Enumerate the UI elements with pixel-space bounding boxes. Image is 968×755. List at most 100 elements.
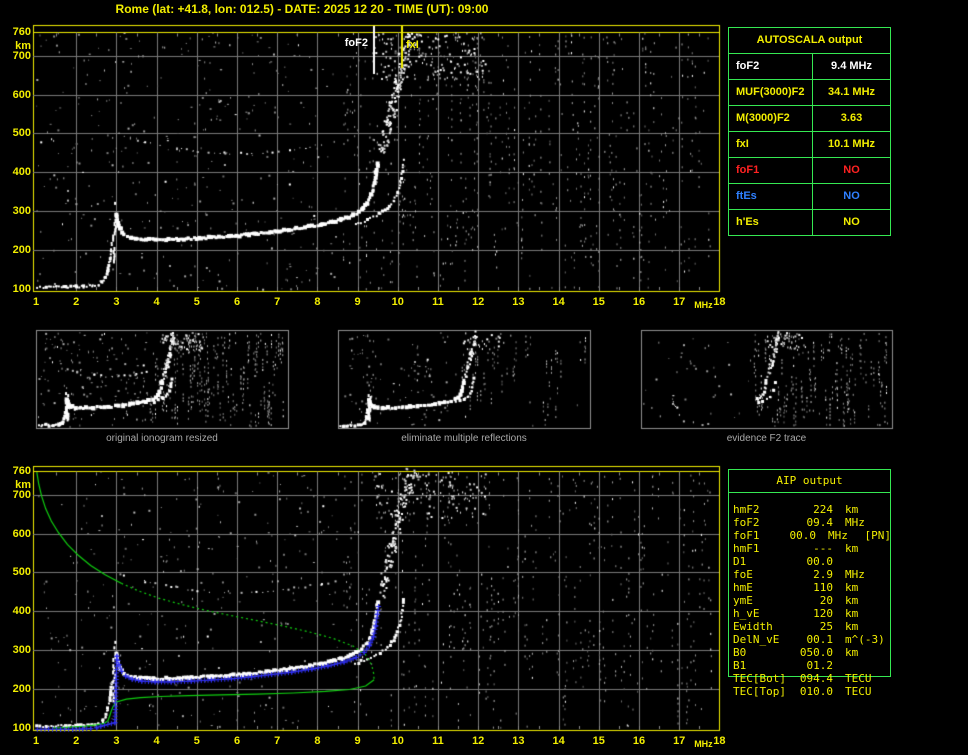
y-tick-label: 200: [12, 683, 31, 696]
x-tick-label: 4: [153, 735, 160, 747]
x-tick-label: 5: [193, 735, 200, 747]
aip-row-name: foF2: [733, 516, 760, 529]
aip-row-value: 050.0: [799, 646, 833, 659]
x-tick-label: 10: [391, 735, 404, 747]
aip-row-name: TEC[Bot]: [733, 672, 786, 685]
x-tick-label: 15: [592, 296, 605, 308]
autoscala-row: fxI 10.1 MHz: [729, 132, 890, 158]
aip-row: hmE 110 km: [733, 581, 891, 594]
autoscala-app-window: Rome (lat: +41.8, lon: 012.5) - DATE: 20…: [0, 0, 968, 755]
aip-row-unit: MHz: [845, 516, 865, 529]
y-tick-label: 500: [12, 566, 31, 579]
x-tick-label: 7: [274, 735, 281, 747]
aip-row: hmF1 --- km: [733, 542, 891, 555]
autoscala-row-label: MUF(3000)F2: [729, 80, 813, 105]
autoscala-row: M(3000)F2 3.63: [729, 106, 890, 132]
y-axis-unit-label: km: [15, 40, 31, 53]
autoscala-row-label: foF1: [729, 158, 813, 183]
x-tick-label: 11: [432, 735, 444, 747]
y-tick-label: 200: [12, 244, 31, 257]
autoscala-row-value: 9.4 MHz: [831, 60, 872, 72]
y-axis-unit-label: km: [15, 479, 31, 492]
x-tick-label: 3: [113, 735, 120, 747]
x-tick-label: 17: [673, 296, 686, 308]
aip-row-name: TEC[Top]: [733, 685, 786, 698]
x-tick-label: 6: [233, 296, 241, 308]
x-tick-label: 14: [552, 296, 565, 308]
autoscala-row-value: NO: [843, 190, 860, 202]
x-tick-label: 10: [391, 296, 404, 308]
autoscala-output-table: AUTOSCALA output foF2 9.4 MHz MUF(3000)F2 3…: [728, 27, 891, 236]
aip-row: ymE 20 km: [733, 594, 891, 607]
autoscala-row-label: M(3000)F2: [729, 106, 813, 131]
x-tick-label: 2: [73, 296, 80, 308]
aip-row-unit: km: [845, 607, 859, 620]
y-tick-label: 300: [12, 644, 31, 657]
aip-row-value: 094.4: [799, 672, 833, 685]
x-tick-label: 13: [512, 735, 525, 747]
aip-row-unit: km: [845, 542, 859, 555]
x-tick-label: 13: [512, 296, 525, 308]
x-axis-unit-label: MHz: [694, 739, 713, 749]
aip-table-body: hmF2 224 km foF2 09.4 MHz foF1 00.0 MHz [PN] hmF1-…: [733, 503, 891, 698]
y-tick-label: 760: [12, 26, 31, 39]
aip-row-value: 224: [813, 503, 833, 516]
aip-row-name: foE: [733, 568, 753, 581]
aip-row-name: hmE: [733, 581, 753, 594]
thumbnail-caption: eliminate multiple reflections: [401, 433, 527, 444]
y-tick-label: 400: [12, 166, 31, 179]
aip-row: DelN_vE 00.1 m^(-3): [733, 633, 891, 646]
aip-row-unit: TECU: [845, 685, 872, 698]
y-tick-label: 400: [12, 605, 31, 618]
x-tick-label: 12: [472, 735, 485, 747]
x-tick-label: 17: [673, 735, 686, 747]
x-tick-label: 15: [592, 735, 605, 747]
aip-row-value: ---: [813, 542, 833, 555]
aip-row: D1 00.0: [733, 555, 891, 568]
autoscala-row: MUF(3000)F2 34.1 MHz: [729, 80, 890, 106]
aip-row-name: B1: [733, 659, 747, 672]
x-tick-label: 3: [113, 296, 120, 308]
autoscala-row-value: 3.63: [840, 112, 863, 124]
aip-row-value: 010.0: [799, 685, 833, 698]
aip-row-value: 09.4: [806, 516, 834, 529]
autoscala-row-value: NO: [843, 216, 860, 228]
y-tick-label: 300: [12, 205, 31, 218]
aip-row-value: 110: [813, 581, 833, 594]
aip-row-value: 120: [813, 607, 833, 620]
aip-row-value: 00.0: [806, 555, 834, 568]
x-tick-label: 6: [233, 735, 241, 747]
aip-row-name: ymE: [733, 594, 753, 607]
aip-row-value: 20: [819, 594, 833, 607]
aip-table-header: AIP output: [728, 469, 891, 493]
x-tick-label: 16: [632, 296, 646, 308]
aip-row-unit: km: [845, 620, 859, 633]
thumbnail-caption: evidence F2 trace: [726, 433, 807, 444]
aip-row-value: 00.1: [806, 633, 834, 646]
aip-row-unit: [845, 659, 889, 672]
x-tick-label: 9: [354, 296, 361, 308]
x-tick-label: 9: [354, 735, 361, 747]
x-tick-label: 1: [32, 735, 40, 747]
aip-row-name: Ewidth: [733, 620, 773, 633]
aip-row-unit: km: [845, 594, 859, 607]
aip-row: foF1 00.0 MHz [PN]: [733, 529, 891, 542]
aip-row-name: h_vE: [733, 607, 760, 620]
autoscala-table-body: foF2 9.4 MHz MUF(3000)F2 34.1 MHz M(3000)F2 3…: [729, 54, 890, 235]
autoscala-table-header: AUTOSCALA output: [729, 28, 890, 54]
aip-row-value: 01.2: [806, 659, 834, 672]
aip-row-unit: km: [845, 503, 859, 516]
autoscala-row-label: fxI: [729, 132, 813, 157]
aip-row: foF2 09.4 MHz: [733, 516, 891, 529]
autoscala-row-label: h'Es: [729, 210, 813, 235]
x-tick-label: 4: [153, 296, 160, 308]
y-tick-label: 100: [12, 283, 31, 295]
y-tick-label: 500: [12, 127, 31, 140]
aip-row-name: DelN_vE: [733, 633, 780, 646]
autoscala-row-value: 34.1 MHz: [827, 86, 876, 98]
aip-row-unit: MHz: [827, 529, 848, 542]
autoscala-row-value: 10.1 MHz: [827, 138, 876, 150]
aip-row-name: foF1: [733, 529, 760, 542]
y-tick-label: 600: [12, 527, 31, 540]
aip-row: h_vE 120 km: [733, 607, 891, 620]
